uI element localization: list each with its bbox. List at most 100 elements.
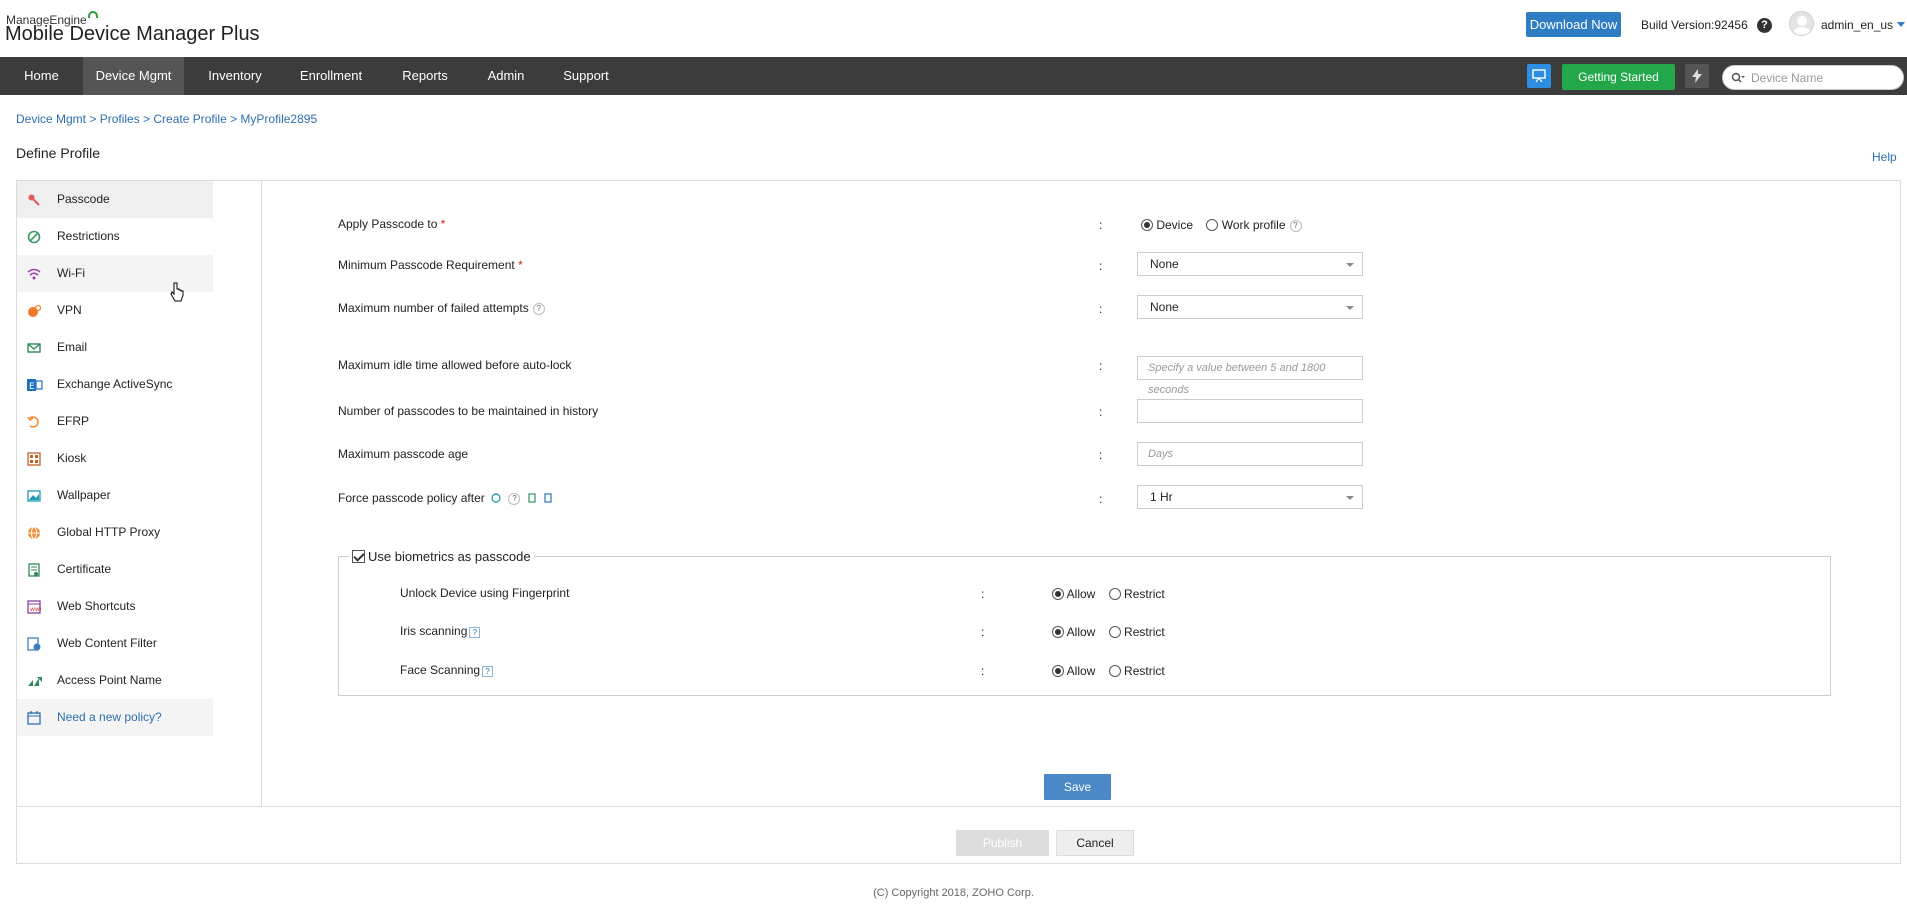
face-label: Face Scanning?	[400, 658, 494, 682]
sidebar-item-label: Exchange ActiveSync	[57, 377, 173, 391]
colon: :	[981, 664, 985, 678]
content-filter-icon	[27, 637, 41, 651]
exchange-icon: E	[27, 378, 43, 392]
cancel-button[interactable]: Cancel	[1056, 830, 1134, 856]
getting-started-button[interactable]: Getting Started	[1562, 64, 1675, 90]
fingerprint-radio-group: Allow Restrict	[1052, 587, 1175, 601]
radio-device-button[interactable]	[1141, 219, 1153, 231]
colon: :	[1099, 259, 1103, 273]
copyright: (C) Copyright 2018, ZOHO Corp.	[873, 887, 1034, 899]
sidebar-item-label: Wallpaper	[57, 488, 111, 502]
radio-restrict[interactable]: Restrict	[1108, 587, 1165, 601]
radio-restrict[interactable]: Restrict	[1108, 664, 1165, 678]
min-passcode-label: Minimum Passcode Requirement *	[338, 258, 523, 272]
face-radio-group: Allow Restrict	[1052, 664, 1175, 678]
search-placeholder: Device Name	[1751, 71, 1824, 85]
sidebar-item-passcode[interactable]: Passcode	[17, 181, 213, 218]
colon: :	[1099, 302, 1103, 316]
sidebar-item-need-new-policy[interactable]: Need a new policy?	[17, 699, 213, 736]
device-search-input[interactable]: Device Name	[1722, 65, 1904, 90]
sidebar-item-email[interactable]: Email	[17, 329, 213, 366]
max-idle-label: Maximum idle time allowed before auto-lo…	[338, 358, 572, 372]
colon: :	[1099, 405, 1103, 419]
sidebar-item-web-shortcuts[interactable]: www Web Shortcuts	[17, 588, 213, 625]
nav-home[interactable]: Home	[0, 57, 83, 95]
iris-label: Iris scanning?	[400, 619, 481, 643]
colon: :	[1099, 492, 1103, 506]
sidebar-item-label: Restrictions	[57, 229, 120, 243]
web-shortcut-icon: www	[27, 600, 45, 614]
certificate-icon	[27, 563, 41, 577]
access-point-icon	[27, 674, 42, 688]
sidebar-item-global-http-proxy[interactable]: Global HTTP Proxy	[17, 514, 213, 551]
biometrics-legend[interactable]: Use biometrics as passcode	[349, 549, 534, 564]
user-menu[interactable]: admin_en_us	[1821, 18, 1906, 32]
min-passcode-select[interactable]: None	[1137, 252, 1363, 276]
policy-sidebar: Passcode Restrictions Wi-Fi VPN Email E …	[17, 181, 213, 736]
presentation-icon[interactable]	[1527, 64, 1551, 88]
radio-allow[interactable]: Allow	[1052, 664, 1095, 678]
help-link[interactable]: Help	[1872, 150, 1897, 164]
sidebar-item-efrp[interactable]: EFRP	[17, 403, 213, 440]
footer-divider	[17, 806, 1900, 807]
nav-admin[interactable]: Admin	[476, 57, 536, 95]
wifi-icon	[27, 267, 41, 281]
download-now-button[interactable]: Download Now	[1526, 12, 1621, 37]
nav-enrollment[interactable]: Enrollment	[289, 57, 373, 95]
help-question-icon[interactable]: ?	[469, 627, 481, 638]
restriction-icon	[27, 230, 41, 244]
brand-title[interactable]: Mobile Device Manager Plus	[5, 23, 260, 46]
help-question-icon[interactable]: ?	[532, 303, 545, 315]
sidebar-item-label: EFRP	[57, 414, 90, 428]
radio-device[interactable]: Device	[1141, 218, 1193, 232]
sidebar-item-label: Passcode	[57, 192, 110, 206]
save-button[interactable]: Save	[1044, 774, 1111, 800]
max-failed-select[interactable]: None	[1137, 295, 1363, 319]
biometrics-checkbox[interactable]	[352, 550, 365, 563]
sidebar-item-restrictions[interactable]: Restrictions	[17, 218, 213, 255]
max-idle-input[interactable]: Specify a value between 5 and 1800 secon…	[1137, 356, 1363, 396]
help-question-icon[interactable]: ?	[482, 666, 494, 677]
top-header: ManageEngine Mobile Device Manager Plus …	[0, 0, 1907, 57]
sidebar-item-label: VPN	[57, 303, 82, 317]
max-failed-label: Maximum number of failed attempts?	[338, 296, 545, 320]
sidebar-item-access-point-name[interactable]: Access Point Name	[17, 662, 213, 699]
publish-button[interactable]: Publish	[956, 830, 1049, 856]
sidebar-item-label: Access Point Name	[57, 673, 162, 687]
sidebar-item-label: Email	[57, 340, 88, 354]
globe-icon	[27, 526, 41, 540]
apply-passcode-radio-group: Device Work profile?	[1141, 218, 1312, 232]
sidebar-item-web-content-filter[interactable]: Web Content Filter	[17, 625, 213, 662]
sidebar-item-label: Kiosk	[57, 451, 87, 465]
sidebar-item-wallpaper[interactable]: Wallpaper	[17, 477, 213, 514]
nav-support[interactable]: Support	[553, 57, 619, 95]
chevron-down-icon	[1897, 22, 1906, 27]
radio-restrict[interactable]: Restrict	[1108, 625, 1165, 639]
help-question-icon[interactable]: ?	[1289, 220, 1302, 232]
avatar[interactable]	[1789, 11, 1814, 36]
radio-allow[interactable]: Allow	[1052, 587, 1095, 601]
sidebar-item-kiosk[interactable]: Kiosk	[17, 440, 213, 477]
help-question-icon[interactable]: ?	[508, 493, 521, 505]
nav-reports[interactable]: Reports	[390, 57, 460, 95]
breadcrumb[interactable]: Device Mgmt > Profiles > Create Profile …	[16, 112, 317, 126]
help-icon[interactable]: ?	[1757, 18, 1772, 33]
radio-work-profile[interactable]: Work profile?	[1206, 218, 1302, 232]
fingerprint-label: Unlock Device using Fingerprint	[400, 586, 570, 600]
radio-allow[interactable]: Allow	[1052, 625, 1095, 639]
sidebar-item-label: Web Shortcuts	[57, 599, 136, 613]
sidebar-item-exchange-activesync[interactable]: E Exchange ActiveSync	[17, 366, 213, 403]
lightning-icon[interactable]	[1685, 64, 1709, 88]
max-age-input[interactable]: Days	[1137, 442, 1363, 466]
force-policy-select[interactable]: 1 Hr	[1137, 485, 1363, 509]
colon: :	[1099, 359, 1103, 373]
nav-device-mgmt[interactable]: Device Mgmt	[83, 57, 184, 95]
radio-work-profile-button[interactable]	[1206, 219, 1219, 231]
colon: :	[981, 587, 985, 601]
device-icon	[528, 493, 536, 503]
brand-arc-icon	[87, 11, 98, 18]
history-input[interactable]	[1137, 399, 1363, 423]
search-icon	[1731, 72, 1745, 83]
nav-inventory[interactable]: Inventory	[194, 57, 276, 95]
sidebar-item-certificate[interactable]: Certificate	[17, 551, 213, 588]
